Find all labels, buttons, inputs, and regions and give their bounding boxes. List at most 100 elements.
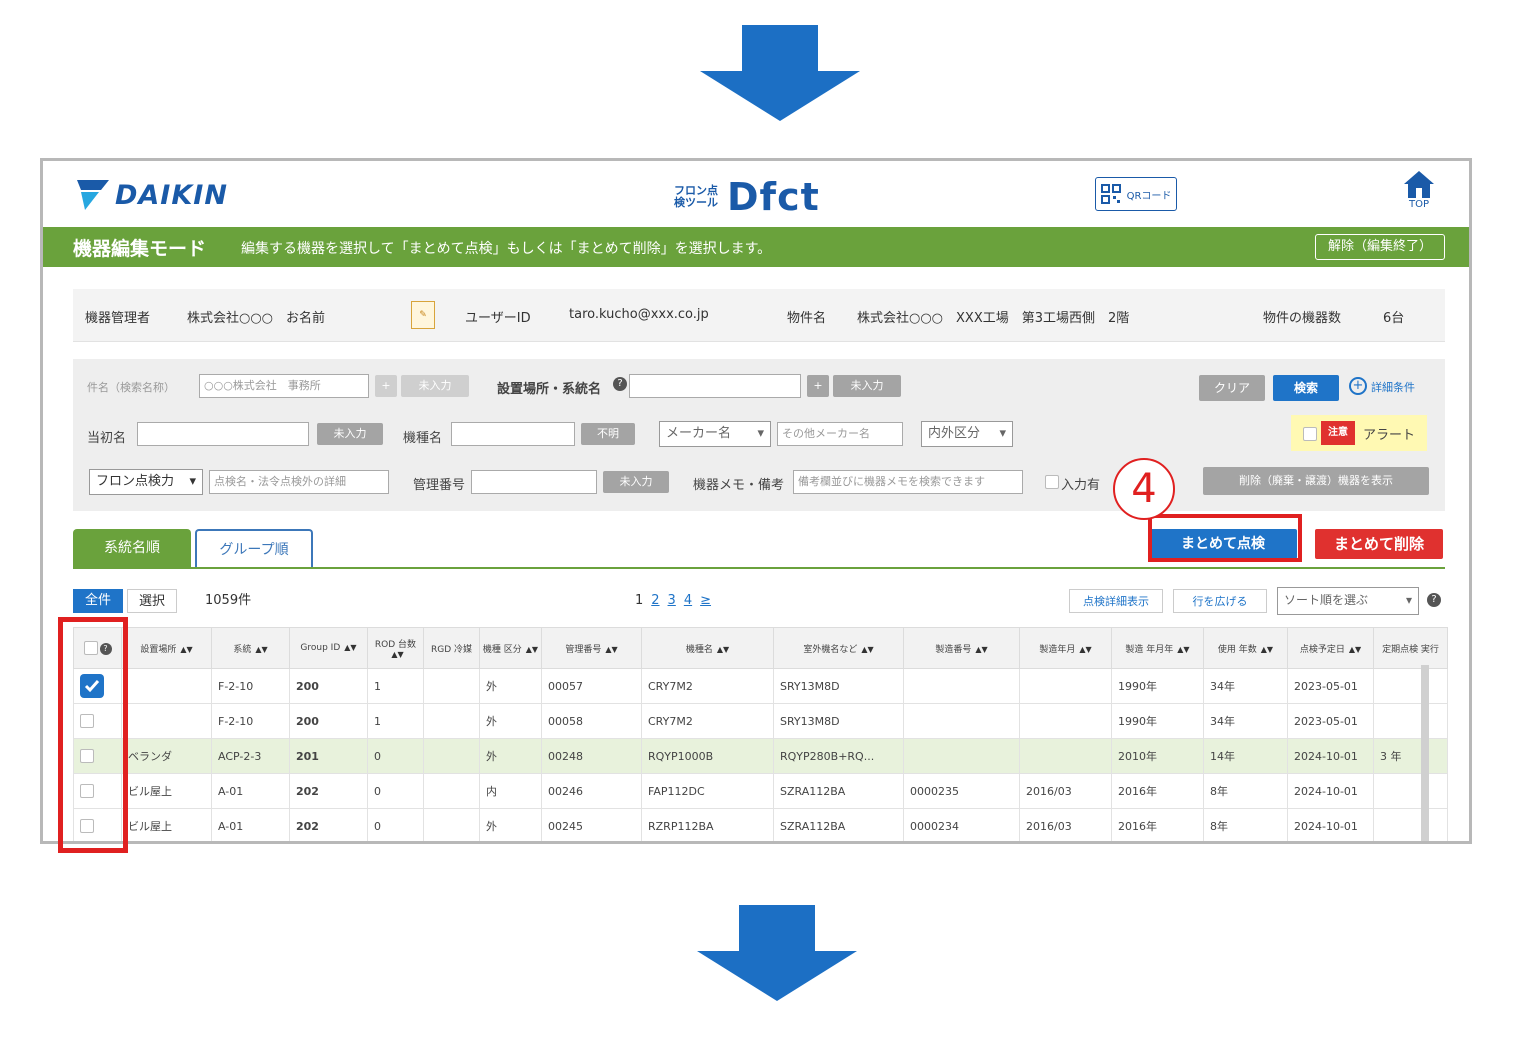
highlight-row-checkboxes xyxy=(58,617,128,853)
cell-last xyxy=(1373,668,1448,704)
step-number-badge: 4 xyxy=(1113,458,1175,520)
col-last[interactable]: 定期点検 実行 xyxy=(1373,627,1448,669)
sort-icon: ▲▼ xyxy=(861,644,874,654)
table-row[interactable]: F-2-10 200 1 外 00057 CRY7M2 SRY13M8D 1990年 34年 20… xyxy=(73,668,1448,704)
cell-year: 1990年 xyxy=(1111,703,1204,739)
inout-select[interactable]: 内外区分 ▾ xyxy=(921,421,1013,447)
sort-help-icon[interactable]: ? xyxy=(1427,593,1441,607)
clear-button[interactable]: クリア xyxy=(1199,375,1265,401)
detail-view-button[interactable]: 点検詳細表示 xyxy=(1069,589,1163,613)
table-row[interactable]: ビル屋上 A-01 202 0 外 00245 RZRP112BA SZRA112BA 0000… xyxy=(73,808,1448,841)
mgmt-number-input[interactable] xyxy=(471,470,597,494)
selected-filter-button[interactable]: 選択 xyxy=(127,589,177,613)
col-rod[interactable]: ROD 台数▲▼ xyxy=(367,627,424,669)
search-button[interactable]: 検索 xyxy=(1273,375,1339,401)
cell-date: 2024-10-01 xyxy=(1287,773,1374,809)
page-3[interactable]: 3 xyxy=(668,589,676,613)
maker-select[interactable]: メーカー名 ▾ xyxy=(659,421,771,447)
search-panel: 件名（検索名称） ○○○株式会社 事務所 + 未入力 設置場所・系統名 ? + … xyxy=(73,359,1445,511)
all-filter-button[interactable]: 全件 xyxy=(73,589,123,613)
col-system[interactable]: 系統 ▲▼ xyxy=(211,627,290,669)
page-4[interactable]: 4 xyxy=(684,589,692,613)
table-row[interactable]: ベランダ ACP-2-3 201 0 外 00248 RQYP1000B RQYP280B+R… xyxy=(73,738,1448,774)
cell-model: RZRP112BA xyxy=(641,808,774,841)
tab-divider xyxy=(73,567,1445,569)
freon-select[interactable]: フロン点検力 ▾ xyxy=(89,469,203,495)
col-date[interactable]: 点検予定日 ▲▼ xyxy=(1287,627,1374,669)
location-unentered-button[interactable]: 未入力 xyxy=(833,375,901,397)
col-location[interactable]: 設置場所 ▲▼ xyxy=(121,627,212,669)
alert-checkbox[interactable] xyxy=(1303,427,1317,441)
cell-serial xyxy=(903,703,1020,739)
input-exists-checkbox[interactable] xyxy=(1045,475,1059,489)
cell-kind: 外 xyxy=(479,668,542,704)
show-deleted-toggle[interactable]: 削除（廃棄・譲渡）機器を表示 xyxy=(1203,467,1429,495)
wrap-rows-button[interactable]: 行を広げる xyxy=(1173,589,1267,613)
home-button[interactable]: TOP xyxy=(1399,169,1439,217)
col-rgd[interactable]: RGD 冷媒 xyxy=(423,627,480,669)
cell-kind: 外 xyxy=(479,808,542,841)
building-label: 当初名 xyxy=(87,431,127,446)
building-unentered-button[interactable]: 未入力 xyxy=(317,423,383,445)
sort-select[interactable]: ソート順を選ぶ ▾ xyxy=(1277,587,1419,615)
qr-code-button[interactable]: QRコード xyxy=(1095,177,1177,211)
tab-group-order[interactable]: グループ順 xyxy=(195,529,313,567)
col-mgmt-no[interactable]: 管理番号 ▲▼ xyxy=(541,627,642,669)
user-id-value: taro.kucho@xxx.co.jp xyxy=(569,307,709,322)
bulk-delete-button[interactable]: まとめて削除 xyxy=(1315,529,1443,559)
alert-filter[interactable]: 注意 アラート xyxy=(1291,415,1427,451)
cell-serial xyxy=(903,668,1020,704)
sort-icon: ▲▼ xyxy=(605,644,618,654)
memo-input[interactable]: 備考欄並びに機器メモを検索できます xyxy=(793,470,1023,494)
sort-icon: ▲▼ xyxy=(255,644,268,654)
case-name-input[interactable]: ○○○株式会社 事務所 xyxy=(199,374,369,398)
help-icon[interactable]: ? xyxy=(613,377,627,391)
page-1[interactable]: 1 xyxy=(635,589,643,613)
tab-facility-order[interactable]: 系統名順 xyxy=(73,529,191,567)
cell-serial xyxy=(903,738,1020,774)
col-group-id[interactable]: Group ID ▲▼ xyxy=(289,627,368,669)
location-add-button[interactable]: + xyxy=(807,375,829,397)
building-input[interactable] xyxy=(137,422,309,446)
case-add-button[interactable]: + xyxy=(375,375,397,397)
cell-last xyxy=(1373,703,1448,739)
cell-last xyxy=(1373,808,1448,841)
cell-group: 200 xyxy=(289,668,368,704)
cell-rod: 0 xyxy=(367,738,424,774)
page-2[interactable]: 2 xyxy=(651,589,659,613)
cell-outdoor: SZRA112BA xyxy=(773,808,904,841)
col-age[interactable]: 使用 年数 ▲▼ xyxy=(1203,627,1288,669)
cell-model: CRY7M2 xyxy=(641,703,774,739)
mode-description: 編集する機器を選択して「まとめて点検」もしくは「まとめて削除」を選択します。 xyxy=(241,241,772,257)
table-scrollbar[interactable] xyxy=(1421,665,1429,841)
cell-rgd xyxy=(423,738,480,774)
cell-last: 3 年 xyxy=(1373,738,1448,774)
other-maker-input[interactable]: その他メーカー名 xyxy=(777,422,903,446)
cell-date: 2024-10-01 xyxy=(1287,738,1374,774)
col-model[interactable]: 機種名 ▲▼ xyxy=(641,627,774,669)
cell-kind: 外 xyxy=(479,703,542,739)
mgmt-unentered-button[interactable]: 未入力 xyxy=(603,471,669,493)
user-id-label: ユーザーID xyxy=(465,311,531,326)
detail-conditions-link[interactable]: 詳細条件 xyxy=(1371,379,1415,395)
col-year[interactable]: 製造 年月年 ▲▼ xyxy=(1111,627,1204,669)
memo-icon[interactable]: ✎ xyxy=(411,301,435,329)
col-outdoor[interactable]: 室外機名など ▲▼ xyxy=(773,627,904,669)
cell-model: FAP112DC xyxy=(641,773,774,809)
cell-date: 2024-10-01 xyxy=(1287,808,1374,841)
cell-loc xyxy=(121,668,212,704)
exit-edit-mode-button[interactable]: 解除（編集終了） xyxy=(1314,234,1445,260)
col-serial[interactable]: 製造番号 ▲▼ xyxy=(903,627,1020,669)
table-row[interactable]: F-2-10 200 1 外 00058 CRY7M2 SRY13M8D 1990年 34年 20… xyxy=(73,703,1448,739)
freon-detail-input[interactable]: 点検名・法令点検外の詳細 xyxy=(209,470,389,494)
plus-circle-icon[interactable]: + xyxy=(1349,377,1367,395)
info-row: 機器管理者 株式会社○○○ お名前 ✎ ユーザーID taro.kucho@xx… xyxy=(73,289,1445,342)
page-last[interactable]: ≥ xyxy=(700,589,711,613)
table-row[interactable]: ビル屋上 A-01 202 0 内 00246 FAP112DC SZRA112BA 00002… xyxy=(73,773,1448,809)
col-mfg[interactable]: 製造年月 ▲▼ xyxy=(1019,627,1112,669)
case-unentered-button[interactable]: 未入力 xyxy=(401,375,469,397)
col-kind[interactable]: 機種 区分 ▲▼ xyxy=(479,627,542,669)
model-unknown-button[interactable]: 不明 xyxy=(581,423,635,445)
location-input[interactable] xyxy=(629,374,801,398)
model-input[interactable] xyxy=(451,422,575,446)
